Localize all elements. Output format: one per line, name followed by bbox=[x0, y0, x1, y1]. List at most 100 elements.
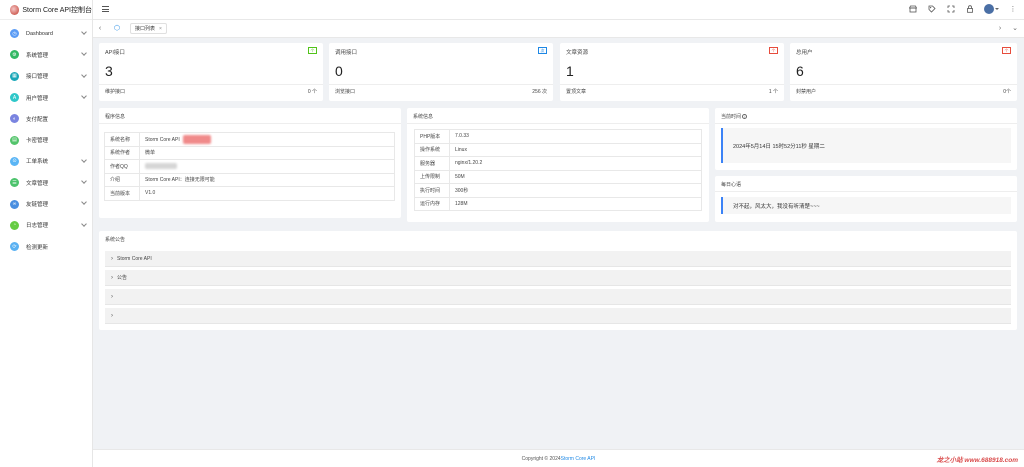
table-row: 当前版本 V1.0 bbox=[104, 186, 395, 201]
table-key: 当前版本 bbox=[104, 186, 140, 201]
stat-value: 0 bbox=[335, 63, 343, 79]
table-row: 系统名称 Storm Core API bbox=[104, 132, 395, 147]
table-key: 作者QQ bbox=[104, 159, 140, 174]
divider bbox=[560, 84, 784, 85]
current-time-display: 2024年5月14日 15时52分11秒 星期二 bbox=[721, 128, 1011, 163]
sidebar-item[interactable]: ⟳ 检测更新 bbox=[0, 236, 92, 257]
sidebar-item-icon: ⊙ bbox=[10, 156, 19, 166]
tabs-scroll-left-icon[interactable]: ‹ bbox=[96, 25, 104, 33]
sidebar-item-icon: ◷ bbox=[10, 29, 19, 39]
table-key: 上传限制 bbox=[414, 169, 450, 184]
sidebar-item-label: 检测更新 bbox=[26, 244, 49, 251]
table-value: 50M bbox=[449, 169, 702, 184]
info-icon[interactable]: i bbox=[742, 114, 748, 119]
table-key: 介绍 bbox=[104, 172, 140, 187]
chevron-down-icon bbox=[995, 8, 999, 10]
sidebar-item[interactable]: ◷ Dashboard bbox=[0, 23, 92, 44]
sidebar-item[interactable]: A 用户管理 bbox=[0, 87, 92, 108]
sidebar-item-icon: A bbox=[10, 93, 19, 103]
notice-item[interactable]: › bbox=[105, 308, 1011, 324]
user-menu[interactable] bbox=[984, 4, 999, 14]
table-row: 操作系统 Linux bbox=[414, 142, 702, 157]
table-value: 7.0.33 bbox=[449, 129, 702, 144]
sidebar-item-icon: ∞ bbox=[10, 199, 19, 209]
chevron-right-icon: › bbox=[111, 293, 113, 300]
stat-card-calls: 调用接口 次 0 浏览接口 256 次 bbox=[329, 43, 553, 101]
sidebar-item[interactable]: ⊙ 工单系统 bbox=[0, 151, 92, 172]
stat-value: 6 bbox=[796, 63, 804, 79]
sidebar-item-label: 卡密管理 bbox=[26, 138, 49, 145]
watermark: 龙之小站 www.688918.com bbox=[936, 457, 1018, 464]
sidebar-menu: ◷ Dashboard ⚙ 系统管理 ▦ 接口管理 A 用户管理 ◐ 支付配置 ▤ 卡密管理 ⊙ 工单系统… bbox=[0, 20, 92, 257]
sidebar-item-icon: ▦ bbox=[10, 71, 19, 81]
sidebar-item-label: 文章管理 bbox=[26, 180, 49, 187]
divider bbox=[715, 123, 1017, 124]
chevron-down-icon[interactable]: ⌄ bbox=[1011, 25, 1019, 33]
close-icon[interactable]: × bbox=[159, 26, 162, 32]
sidebar-item-label: 接口管理 bbox=[26, 74, 49, 81]
home-tab-icon[interactable]: ⬡ bbox=[113, 25, 121, 33]
top-header: ⋮ bbox=[93, 0, 1024, 20]
tag-icon[interactable] bbox=[927, 4, 937, 14]
sidebar-item[interactable]: ▤ 卡密管理 bbox=[0, 129, 92, 150]
sidebar-item[interactable]: ▦ 接口管理 bbox=[0, 66, 92, 87]
notice-item[interactable]: › Storm Core API bbox=[105, 251, 1011, 267]
table-row: 服务器 nginx/1.20.2 bbox=[414, 156, 702, 171]
section-title: 系统信息 bbox=[413, 114, 434, 120]
table-row: 作者QQ bbox=[104, 159, 395, 174]
sidebar-item[interactable]: ◐ 支付配置 bbox=[0, 108, 92, 129]
stat-badge: 个 bbox=[308, 47, 317, 54]
menu-toggle-icon[interactable] bbox=[102, 6, 109, 12]
system-info-card: 系统信息 PHP版本 7.0.33 操作系统 Linux 服务器 nginx/1.20… bbox=[407, 108, 709, 222]
footer: Copyright © 2024 Storm Core API bbox=[93, 449, 1024, 467]
footer-link[interactable]: Storm Core API bbox=[561, 456, 596, 462]
chevron-down-icon bbox=[81, 71, 87, 78]
current-time-card: 当前时间 i 2024年5月14日 15时52分11秒 星期二 bbox=[715, 108, 1017, 170]
table-key: 操作系统 bbox=[414, 142, 450, 157]
sidebar-item[interactable]: ∞ 友链管理 bbox=[0, 193, 92, 214]
more-vertical-icon[interactable]: ⋮ bbox=[1008, 4, 1018, 14]
notice-item[interactable]: › 公告 bbox=[105, 270, 1011, 286]
sidebar-item-label: 系统管理 bbox=[26, 52, 49, 59]
sidebar: Storm Core API控制台 ◷ Dashboard ⚙ 系统管理 ▦ 接口管理 A 用… bbox=[0, 0, 93, 467]
tabs-scroll-right-icon[interactable]: › bbox=[996, 25, 1004, 33]
stat-foot-value: 0个 bbox=[1003, 89, 1011, 95]
stat-title: 文章资源 bbox=[566, 50, 589, 56]
stat-title: 总用户 bbox=[796, 50, 813, 56]
stat-foot-label: 置顶文章 bbox=[566, 89, 587, 95]
tab-interface-list[interactable]: 接口列表 × bbox=[130, 23, 167, 34]
brand[interactable]: Storm Core API控制台 bbox=[0, 0, 92, 20]
sidebar-item[interactable]: ◔ 日志管理 bbox=[0, 215, 92, 236]
sidebar-item-label: 友链管理 bbox=[26, 202, 49, 209]
tab-bar: ‹ ⬡ 接口列表 × › ⌄ bbox=[93, 20, 1024, 38]
stat-badge: 个 bbox=[769, 47, 778, 54]
fullscreen-icon[interactable] bbox=[946, 4, 956, 14]
table-value: Linux bbox=[449, 142, 702, 157]
table-value: Storm Core API：连接无限可能 bbox=[139, 172, 395, 187]
divider bbox=[99, 123, 401, 124]
stat-foot-label: 维护接口 bbox=[105, 89, 126, 95]
table-key: 系统名称 bbox=[104, 132, 140, 147]
notice-item-label: 公告 bbox=[117, 275, 128, 281]
chevron-down-icon bbox=[81, 199, 87, 206]
divider bbox=[99, 84, 323, 85]
sidebar-item[interactable]: ☰ 文章管理 bbox=[0, 172, 92, 193]
store-icon[interactable] bbox=[908, 4, 918, 14]
notice-item[interactable]: › bbox=[105, 289, 1011, 305]
daily-quote-card: 每日心语 对不起，风太大，我没有听清楚~~~ bbox=[715, 176, 1017, 222]
stat-badge: 次 bbox=[538, 47, 547, 54]
redacted-mark bbox=[182, 134, 211, 144]
sidebar-item-label: Dashboard bbox=[26, 30, 53, 37]
stat-card-articles: 文章资源 个 1 置顶文章 1 个 bbox=[560, 43, 784, 101]
tab-label: 接口列表 bbox=[135, 26, 156, 32]
stat-foot-value: 0 个 bbox=[307, 89, 317, 95]
stat-value: 1 bbox=[566, 63, 574, 79]
chevron-down-icon bbox=[81, 156, 87, 163]
sidebar-item[interactable]: ⚙ 系统管理 bbox=[0, 44, 92, 65]
sidebar-item-icon: ☰ bbox=[10, 178, 19, 188]
table-value bbox=[139, 159, 395, 174]
sidebar-item-label: 支付配置 bbox=[26, 116, 49, 123]
table-value: Storm Core API bbox=[139, 132, 395, 147]
lock-icon[interactable] bbox=[965, 4, 975, 14]
system-info-table: PHP版本 7.0.33 操作系统 Linux 服务器 nginx/1.20.2 上传… bbox=[414, 129, 702, 211]
